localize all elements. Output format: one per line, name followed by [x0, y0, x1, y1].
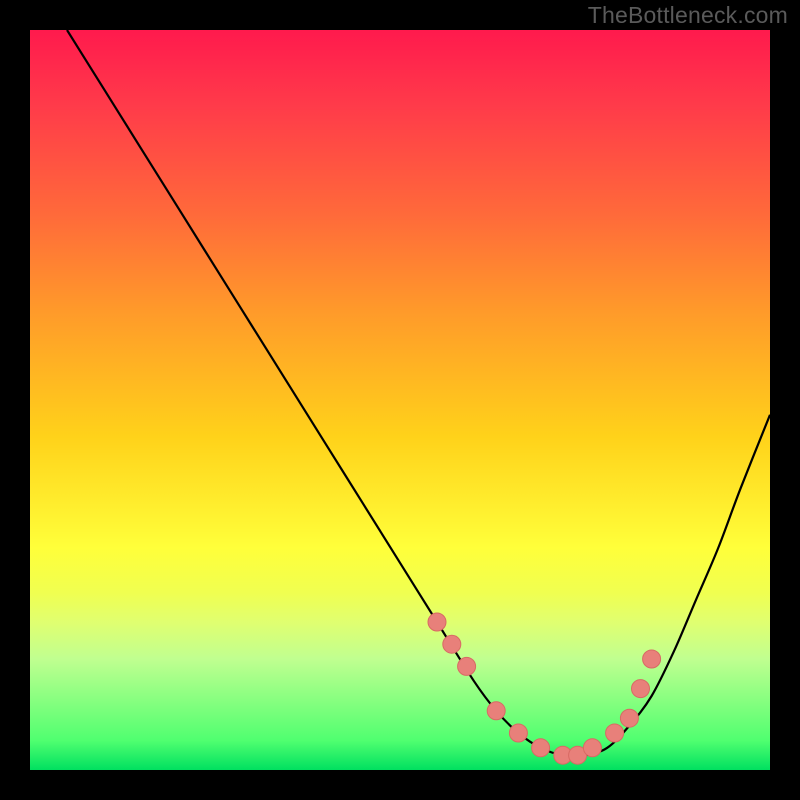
data-marker [632, 680, 650, 698]
bottleneck-curve [67, 30, 770, 756]
data-marker [606, 724, 624, 742]
data-marker [487, 702, 505, 720]
data-marker [583, 739, 601, 757]
data-marker [620, 709, 638, 727]
data-marker [428, 613, 446, 631]
marker-group [428, 613, 661, 764]
chart-frame: TheBottleneck.com [0, 0, 800, 800]
attribution-label: TheBottleneck.com [588, 2, 788, 29]
data-marker [443, 635, 461, 653]
data-marker [509, 724, 527, 742]
data-marker [532, 739, 550, 757]
plot-area [30, 30, 770, 770]
data-marker [458, 657, 476, 675]
chart-svg [30, 30, 770, 770]
data-marker [643, 650, 661, 668]
curve-group [67, 30, 770, 756]
